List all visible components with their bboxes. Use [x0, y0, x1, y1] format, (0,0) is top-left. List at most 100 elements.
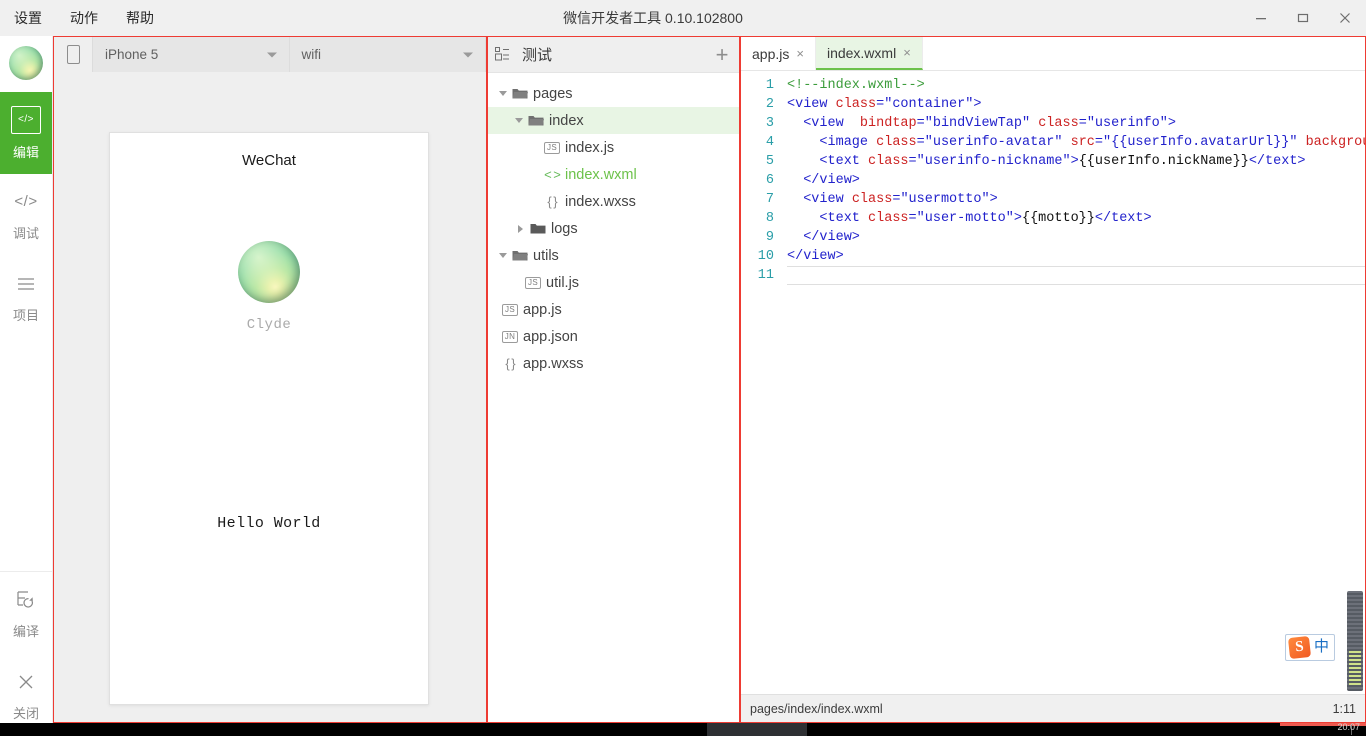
tree-label: pages	[533, 85, 573, 102]
tree-row-app-js[interactable]: JS app.js	[488, 296, 739, 323]
code-line[interactable]: 3 <view bindtap="bindViewTap" class="use…	[741, 114, 1365, 133]
tree-row-logs[interactable]: logs	[488, 215, 739, 242]
code-editor[interactable]: 1 <!--index.wxml--> 2 <view class="containe…	[741, 71, 1365, 693]
menu-item-actions[interactable]: 动作	[56, 0, 112, 36]
tree-row-pages[interactable]: pages	[488, 80, 739, 107]
code-line-content[interactable]: <view class="container">	[787, 95, 1365, 114]
phone-userinfo[interactable]: Clyde	[110, 241, 428, 333]
phone-motto: Hello World	[217, 515, 321, 532]
file-tree-panel: 测试 + pages index JS index.js < > index.w…	[487, 36, 740, 723]
close-icon[interactable]	[1324, 0, 1366, 36]
status-file-path: pages/index/index.wxml	[750, 701, 883, 716]
code-token: class	[835, 97, 877, 112]
wxss-file-icon: { }	[547, 194, 557, 209]
chevron-right-icon[interactable]	[514, 224, 527, 233]
file-tree-body: pages index JS index.js < > index.wxml {…	[488, 73, 739, 377]
code-lines: 1 <!--index.wxml--> 2 <view class="containe…	[741, 71, 1365, 285]
tree-label: app.wxss	[523, 355, 584, 372]
code-line[interactable]: 8 <text class="user-motto">{{motto}}</te…	[741, 209, 1365, 228]
chevron-down-icon[interactable]	[512, 118, 525, 123]
window-title-text: 微信开发者工具 0.10.102800	[563, 10, 743, 26]
code-token: <text	[819, 211, 869, 226]
js-file-icon: JS	[522, 276, 544, 289]
folder-closed-icon	[527, 222, 549, 235]
device-select[interactable]: iPhone 5	[93, 37, 290, 72]
tree-row-index-folder[interactable]: index	[488, 107, 739, 134]
title-bar: 设置 动作 帮助 微信开发者工具 0.10.102800	[0, 0, 1366, 36]
code-line-content[interactable]: <image class="userinfo-avatar" src="{{us…	[787, 133, 1365, 152]
tab-index-wxml[interactable]: index.wxml ×	[815, 37, 923, 70]
tree-row-utils[interactable]: utils	[488, 242, 739, 269]
code-line-content[interactable]: <text class="userinfo-nickname">{{userIn…	[787, 152, 1365, 171]
chevron-down-icon	[463, 52, 473, 57]
menu-item-help[interactable]: 帮助	[112, 0, 168, 36]
code-line[interactable]: 11	[741, 266, 1365, 285]
code-token: class	[868, 154, 909, 169]
code-line[interactable]: 10 </view>	[741, 247, 1365, 266]
line-number: 6	[765, 173, 774, 188]
code-line-content[interactable]	[787, 266, 1365, 285]
tab-label: index.wxml	[826, 44, 897, 61]
tree-row-app-json[interactable]: JN app.json	[488, 323, 739, 350]
close-icon[interactable]: ×	[796, 46, 804, 61]
tree-row-app-wxss[interactable]: { } app.wxss	[488, 350, 739, 377]
add-file-button[interactable]: +	[705, 43, 739, 66]
chevron-down-icon	[266, 52, 277, 57]
chevron-down-icon[interactable]	[496, 91, 509, 96]
phone-rotate-icon[interactable]	[54, 37, 93, 72]
phone-nav-title: WeChat	[242, 152, 296, 169]
tab-app-js[interactable]: app.js ×	[741, 37, 816, 70]
tree-row-util-js[interactable]: JS util.js	[488, 269, 739, 296]
network-select[interactable]: wifi	[289, 37, 486, 72]
tree-row-index-wxml[interactable]: < > index.wxml	[488, 161, 739, 188]
phone-screen[interactable]: WeChat Clyde Hello World	[109, 132, 429, 705]
code-line-content[interactable]: </view>	[787, 247, 1365, 266]
minimize-icon[interactable]	[1240, 0, 1282, 36]
left-rail: </> 编辑 </> 调试 项目 编译 关闭	[0, 36, 53, 736]
chevron-down-icon[interactable]	[496, 253, 509, 258]
tab-label: app.js	[752, 45, 790, 62]
maximize-icon[interactable]	[1282, 0, 1324, 36]
rail-bottom-group: 编译 关闭	[0, 571, 52, 736]
code-line-content[interactable]: <text class="user-motto">{{motto}}</text…	[787, 209, 1365, 228]
code-token: =	[908, 211, 917, 226]
vertical-scrollbar[interactable]	[1347, 591, 1363, 691]
code-line-content[interactable]: <view bindtap="bindViewTap" class="useri…	[787, 114, 1365, 133]
rail-item-edit-label: 编辑	[12, 144, 39, 160]
code-token: "bindViewTap"	[924, 116, 1031, 131]
code-line[interactable]: 6 </view>	[741, 171, 1365, 190]
code-line-content[interactable]: </view>	[787, 171, 1365, 190]
tree-row-index-js[interactable]: JS index.js	[488, 134, 739, 161]
close-icon[interactable]: ×	[903, 45, 911, 60]
code-line[interactable]: 9 </view>	[741, 228, 1365, 247]
user-avatar[interactable]	[9, 46, 43, 80]
code-token: =	[916, 135, 925, 150]
code-line[interactable]: 2 <view class="container">	[741, 95, 1365, 114]
taskbar-active-window[interactable]	[707, 723, 807, 736]
code-line-content[interactable]: <!--index.wxml-->	[787, 76, 1365, 95]
rail-item-compile-label: 编译	[12, 623, 39, 639]
rail-item-project[interactable]: 项目	[0, 256, 52, 338]
code-token: =	[1094, 135, 1104, 150]
code-line-content[interactable]: </view>	[787, 228, 1365, 247]
rail-item-compile[interactable]: 编译	[0, 572, 52, 654]
rail-item-debug[interactable]: </> 调试	[0, 174, 52, 256]
rail-item-edit[interactable]: </> 编辑	[0, 92, 52, 174]
code-line[interactable]: 5 <text class="userinfo-nickname">{{user…	[741, 152, 1365, 171]
js-file-icon: JS	[499, 303, 521, 316]
status-cursor-position[interactable]: 1:11	[1333, 702, 1356, 716]
menu-item-settings[interactable]: 设置	[14, 0, 56, 36]
user-avatar[interactable]	[238, 241, 300, 303]
code-token: "userinfo-avatar"	[924, 135, 1063, 150]
ime-indicator[interactable]: S 中	[1284, 634, 1335, 661]
code-line-content[interactable]: <view class="usermotto">	[787, 190, 1365, 209]
code-icon: </>	[11, 105, 41, 134]
tree-row-index-wxss[interactable]: { } index.wxss	[488, 188, 739, 215]
code-token: {{userInfo.nickName}}	[1078, 154, 1249, 169]
code-line[interactable]: 4 <image class="userinfo-avatar" src="{{…	[741, 133, 1365, 152]
code-line[interactable]: 7 <view class="usermotto">	[741, 190, 1365, 209]
code-line[interactable]: 1 <!--index.wxml-->	[741, 76, 1365, 95]
